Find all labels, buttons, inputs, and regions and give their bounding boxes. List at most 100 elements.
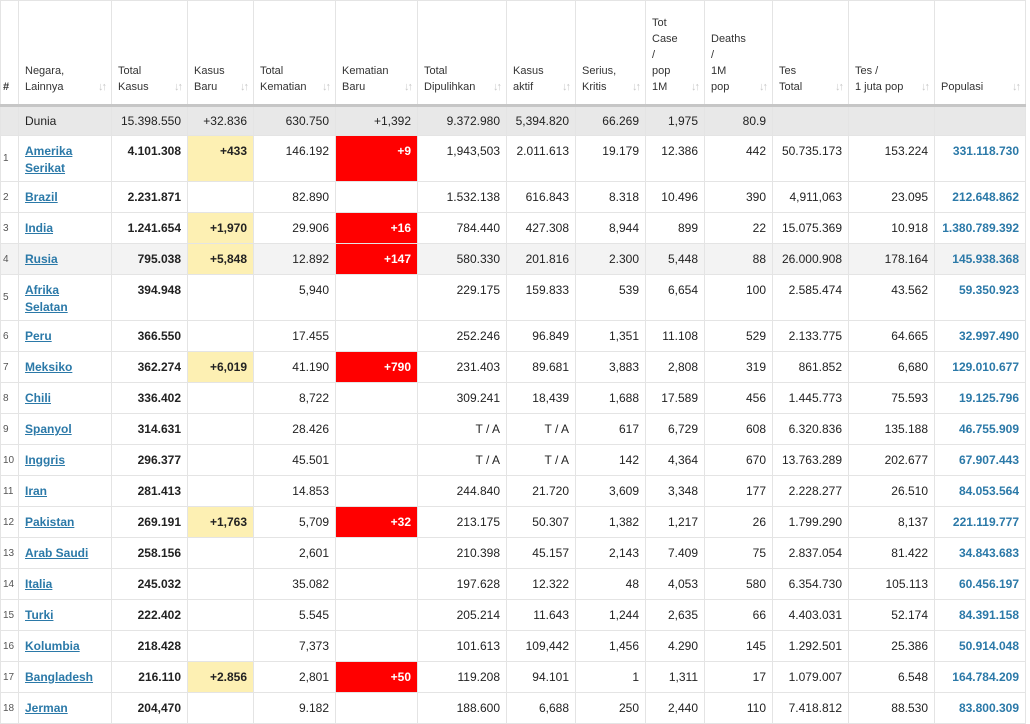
new-cases-cell (187, 475, 254, 507)
country-link[interactable]: Chili (25, 391, 51, 405)
deaths-per-m-cell: 22 (704, 212, 773, 244)
country-link[interactable]: Brazil (25, 190, 58, 204)
tests-per-m-cell: 43.562 (848, 274, 935, 321)
rank-cell: 7 (0, 351, 19, 383)
new-deaths-cell: +1,392 (335, 104, 418, 136)
sort-arrows-icon[interactable]: ↓↑ (1012, 79, 1021, 95)
country-link[interactable]: India (25, 221, 53, 235)
country-link[interactable]: Pakistan (25, 515, 74, 529)
header-num[interactable]: # (0, 0, 19, 106)
population-cell: 19.125.796 (934, 382, 1026, 414)
tests-cell (772, 104, 849, 136)
header-new_deaths[interactable]: Kematian Baru ↓↑ (335, 0, 418, 106)
rank-cell: 18 (0, 692, 19, 724)
header-population[interactable]: Populasi ↓↑ (934, 0, 1026, 106)
header-new_cases[interactable]: Kasus Baru ↓↑ (187, 0, 254, 106)
active-cell: 21.720 (506, 475, 576, 507)
sort-arrows-icon[interactable]: ↓↑ (404, 79, 413, 95)
country-link[interactable]: Afrika Selatan (25, 283, 68, 314)
population-cell: 221.119.777 (934, 506, 1026, 538)
critical-cell: 8.318 (575, 181, 646, 213)
table-row: 6 Peru 366.550 17.455 252.246 96.849 1,351 11.1… (0, 320, 1026, 352)
recovered-cell: 9.372.980 (417, 104, 507, 136)
header-tests_per_m[interactable]: Tes / 1 juta pop ↓↑ (848, 0, 935, 106)
sort-arrows-icon[interactable]: ↓↑ (174, 79, 183, 95)
country-link[interactable]: Meksiko (25, 360, 72, 374)
total-cases-cell: 2.231.871 (111, 181, 188, 213)
tests-cell: 1.079.007 (772, 661, 849, 693)
header-cases_per_m[interactable]: Tot Case / pop 1M ↓↑ (645, 0, 705, 106)
header-country[interactable]: Negara, Lainnya ↓↑ (18, 0, 112, 106)
tests-cell: 6.354.730 (772, 568, 849, 600)
country-link[interactable]: Inggris (25, 453, 65, 467)
total-deaths-cell: 630.750 (253, 104, 336, 136)
deaths-per-m-cell: 100 (704, 274, 773, 321)
sort-arrows-icon[interactable]: ↓↑ (632, 79, 641, 95)
country-cell: Peru (18, 320, 112, 352)
cases-per-m-cell: 899 (645, 212, 705, 244)
country-cell: Meksiko (18, 351, 112, 383)
country-link[interactable]: Iran (25, 484, 47, 498)
country-link[interactable]: Jerman (25, 701, 68, 715)
sort-arrows-icon[interactable]: ↓↑ (98, 79, 107, 95)
country-link[interactable]: Amerika Serikat (25, 144, 72, 175)
country-link[interactable]: Peru (25, 329, 52, 343)
tests-per-m-cell: 8,137 (848, 506, 935, 538)
tests-per-m-cell: 64.665 (848, 320, 935, 352)
header-label-deaths_per_m: Deaths / 1M pop (711, 33, 746, 93)
new-cases-cell: +1,970 (187, 212, 254, 244)
header-total_cases[interactable]: Total Kasus ↓↑ (111, 0, 188, 106)
header-critical[interactable]: Serius, Kritis ↓↑ (575, 0, 646, 106)
cases-per-m-cell: 1,311 (645, 661, 705, 693)
critical-cell: 48 (575, 568, 646, 600)
rank-cell: 17 (0, 661, 19, 693)
total-cases-cell: 795.038 (111, 243, 188, 275)
sort-arrows-icon[interactable]: ↓↑ (921, 79, 930, 95)
country-link[interactable]: Rusia (25, 252, 58, 266)
sort-arrows-icon[interactable]: ↓↑ (835, 79, 844, 95)
critical-cell: 1,382 (575, 506, 646, 538)
header-label-total_deaths: Total Kematian (260, 65, 307, 93)
country-link[interactable]: Italia (25, 577, 52, 591)
sort-arrows-icon[interactable]: ↓↑ (759, 79, 768, 95)
critical-cell: 1,456 (575, 630, 646, 662)
country-link[interactable]: Arab Saudi (25, 546, 88, 560)
header-total_deaths[interactable]: Total Kematian ↓↑ (253, 0, 336, 106)
population-cell: 34.843.683 (934, 537, 1026, 569)
tests-per-m-cell: 6,680 (848, 351, 935, 383)
country-link[interactable]: Spanyol (25, 422, 72, 436)
rank-cell: 16 (0, 630, 19, 662)
country-cell: Arab Saudi (18, 537, 112, 569)
sort-arrows-icon[interactable]: ↓↑ (322, 79, 331, 95)
header-tests[interactable]: Tes Total ↓↑ (772, 0, 849, 106)
population-cell: 32.997.490 (934, 320, 1026, 352)
tests-cell: 4.403.031 (772, 599, 849, 631)
rank-cell: 12 (0, 506, 19, 538)
country-link[interactable]: Kolumbia (25, 639, 80, 653)
cases-per-m-cell: 2,808 (645, 351, 705, 383)
header-active[interactable]: Kasus aktif ↓↑ (506, 0, 576, 106)
new-deaths-cell (335, 320, 418, 352)
recovered-cell: 210.398 (417, 537, 507, 569)
header-recovered[interactable]: Total Dipulihkan ↓↑ (417, 0, 507, 106)
header-label-country: Negara, Lainnya (25, 65, 65, 93)
new-deaths-cell: +50 (335, 661, 418, 693)
total-deaths-cell: 9.182 (253, 692, 336, 724)
new-cases-cell (187, 444, 254, 476)
sort-arrows-icon[interactable]: ↓↑ (493, 79, 502, 95)
recovered-cell: 119.208 (417, 661, 507, 693)
country-link[interactable]: Bangladesh (25, 670, 93, 684)
total-cases-cell: 204,470 (111, 692, 188, 724)
sort-arrows-icon[interactable]: ↓↑ (562, 79, 571, 95)
country-cell: Afrika Selatan (18, 274, 112, 321)
sort-arrows-icon[interactable]: ↓↑ (240, 79, 249, 95)
new-cases-cell (187, 599, 254, 631)
new-deaths-cell: +147 (335, 243, 418, 275)
total-cases-cell: 281.413 (111, 475, 188, 507)
header-deaths_per_m[interactable]: Deaths / 1M pop ↓↑ (704, 0, 773, 106)
sort-arrows-icon[interactable]: ↓↑ (691, 79, 700, 95)
critical-cell: 1 (575, 661, 646, 693)
country-link[interactable]: Turki (25, 608, 53, 622)
population-cell: 145.938.368 (934, 243, 1026, 275)
new-cases-cell: +2.856 (187, 661, 254, 693)
